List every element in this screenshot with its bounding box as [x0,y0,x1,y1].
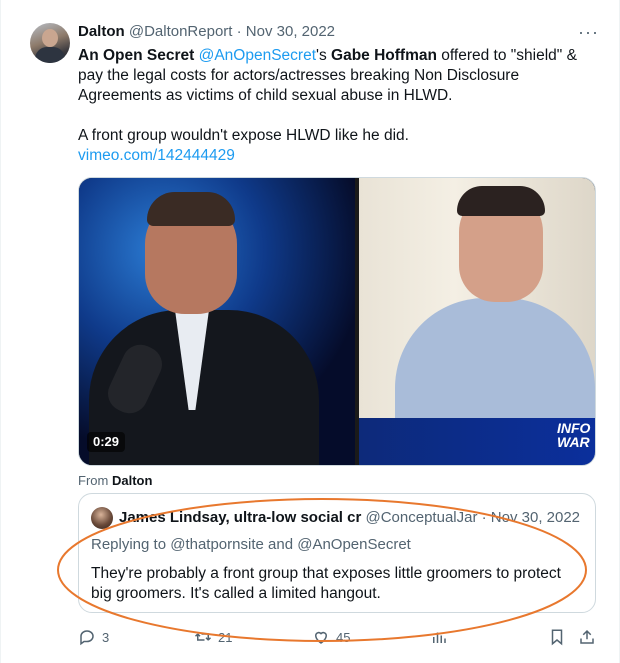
text-possessive: 's [316,47,332,64]
quoted-tweet[interactable]: James Lindsay, ultra-low social cr @Conc… [78,493,596,613]
video-left-panel [79,178,357,465]
author-avatar[interactable] [30,23,70,63]
author-name[interactable]: Dalton [78,23,125,40]
host-hair [147,192,235,226]
quote-text: They're probably a front group that expo… [91,565,561,602]
video-player[interactable]: INFO WAR 0:29 [78,177,596,466]
from-name[interactable]: Dalton [112,473,152,488]
replying-to: Replying to @thatpornsite and @AnOpenSec… [91,535,411,555]
author-handle[interactable]: @DaltonReport [129,23,233,40]
reply-count: 3 [102,629,110,645]
quote-author-name[interactable]: James Lindsay, ultra-low social cr [119,509,361,526]
tweet-header: Dalton @DaltonReport · Nov 30, 2022 [78,22,335,42]
quote-author-avatar[interactable] [91,507,113,529]
from-label: From [78,473,109,488]
mention-link[interactable]: @AnOpenSecret [199,47,316,64]
views-button[interactable] [430,626,454,648]
replying-prefix: Replying to [91,536,167,553]
tweet-card[interactable]: Dalton @DaltonReport · Nov 30, 2022 ··· … [0,0,620,663]
quote-header: James Lindsay, ultra-low social cr @Conc… [119,508,587,528]
from-attribution: From Dalton [78,473,152,489]
share-icon [580,629,594,644]
tweet-text: An Open Secret @AnOpenSecret's Gabe Hoff… [78,46,598,166]
quote-author-handle[interactable]: @ConceptualJar [366,509,478,526]
quote-date[interactable]: Nov 30, 2022 [491,509,580,526]
watermark-line1: INFO [557,420,591,436]
bookmark-icon [551,629,563,646]
quote-separator: · [481,509,487,526]
watermark-line2: WAR [557,434,590,450]
avatar-head [42,29,58,47]
text-line2: A front group wouldn't expose HLWD like … [78,127,409,144]
org-name: An Open Secret [78,47,195,64]
action-bar: 3 21 45 [78,626,598,648]
tweet-date[interactable]: Nov 30, 2022 [246,23,335,40]
avatar-body [35,47,65,63]
vimeo-link[interactable]: vimeo.com/142444429 [78,146,598,166]
bookmark-button[interactable] [548,626,572,648]
header-separator: · [236,23,242,40]
share-button[interactable] [578,626,602,648]
like-count: 45 [336,629,351,645]
guest-hair [457,186,545,216]
analytics-icon [433,632,446,643]
replying-mention-1[interactable]: @thatpornsite [170,536,264,553]
retweet-button[interactable]: 21 [194,626,232,648]
replying-and: and [268,536,294,553]
reply-button[interactable]: 3 [78,626,109,648]
reply-icon [80,630,94,646]
video-duration: 0:29 [87,432,126,452]
replying-mention-2[interactable]: @AnOpenSecret [297,536,411,553]
more-options-icon[interactable]: ··· [578,22,599,42]
person-name: Gabe Hoffman [331,47,437,64]
channel-watermark: INFO WAR [557,421,590,449]
retweet-count: 21 [218,629,233,645]
heart-icon [314,631,328,644]
retweet-icon [194,633,212,641]
like-button[interactable]: 45 [312,626,350,648]
